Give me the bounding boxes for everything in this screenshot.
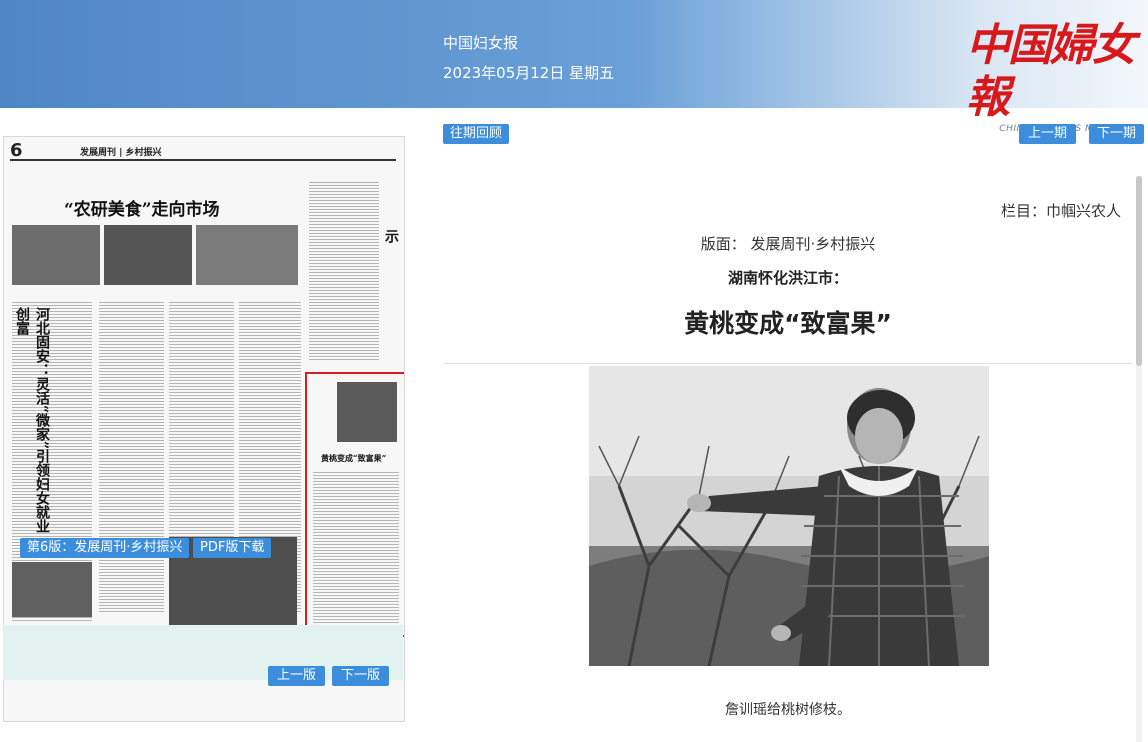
thumb-photo bbox=[104, 225, 192, 285]
site-header: 中国妇女报 2023年05月12日 星期五 中国婦女報 CHINA WOMEN'… bbox=[0, 0, 1148, 134]
paper-name: 中国妇女报 bbox=[443, 34, 519, 52]
divider bbox=[443, 363, 1133, 364]
section-button[interactable]: 第6版：发展周刊·乡村振兴 bbox=[20, 538, 190, 558]
thumb-article-photo bbox=[337, 382, 397, 442]
thumb-photo bbox=[196, 225, 298, 285]
thumb-vertical-title: 科技小院带来的三点启示 bbox=[383, 229, 404, 369]
page-panel: 6 发展周刊 | 乡村振兴 “农研美食”走向市场 科技小院带来的三点启示 河北固… bbox=[0, 108, 420, 742]
article-photo bbox=[589, 366, 989, 666]
next-page-button[interactable]: 下一版 bbox=[332, 666, 390, 686]
thumb-page-number: 6 bbox=[10, 140, 23, 161]
prev-page-button[interactable]: 上一版 bbox=[268, 666, 326, 686]
newspaper-logo: 中国婦女報 CHINA WOMEN'S NEWS bbox=[966, 20, 1144, 134]
thumb-text-block bbox=[309, 182, 379, 362]
article-headline: 黄桃变成“致富果” bbox=[684, 309, 892, 338]
column-label: 栏目：巾帼兴农人 bbox=[1000, 202, 1121, 220]
thumb-text-block bbox=[99, 302, 164, 612]
photo-illustration bbox=[589, 366, 989, 666]
article-subhead: 湖南怀化洪江市： bbox=[727, 269, 848, 287]
logo-chinese: 中国婦女報 bbox=[966, 20, 1136, 123]
thumb-photo bbox=[12, 562, 92, 617]
thumb-article-title: 黄桃变成“致富果” bbox=[321, 453, 387, 463]
thumb-section: 发展周刊 | 乡村振兴 bbox=[80, 148, 162, 158]
pdf-download-button[interactable]: PDF版下载 bbox=[193, 538, 272, 558]
thumb-photo bbox=[12, 225, 100, 285]
archive-button[interactable]: 往期回顾 bbox=[443, 124, 510, 144]
article-content: 栏目：巾帼兴农人 版面： 发展周刊·乡村振兴 湖南怀化洪江市： 黄桃变成“致富果… bbox=[443, 172, 1133, 742]
prev-issue-button[interactable]: 上一期 bbox=[1019, 124, 1077, 144]
scrollbar-thumb[interactable] bbox=[1136, 176, 1142, 366]
page-section-label: 版面： 发展周刊·乡村振兴 bbox=[700, 235, 876, 253]
thumb-vertical-title: 河北固安：灵活“微家”引领妇女就业创富 bbox=[14, 307, 50, 534]
issue-date: 2023年05月12日 星期五 bbox=[443, 64, 615, 82]
thumb-text-block bbox=[313, 472, 399, 632]
thumb-page-header: 6 发展周刊 | 乡村振兴 bbox=[10, 140, 396, 161]
current-article-highlight[interactable]: 黄桃变成“致富果” bbox=[305, 372, 404, 637]
photo-caption: 詹训瑶给桃树修枝。 bbox=[725, 702, 851, 718]
thumb-headline: “农研美食”走向市场 bbox=[64, 200, 220, 220]
next-issue-button[interactable]: 下一期 bbox=[1089, 124, 1145, 144]
